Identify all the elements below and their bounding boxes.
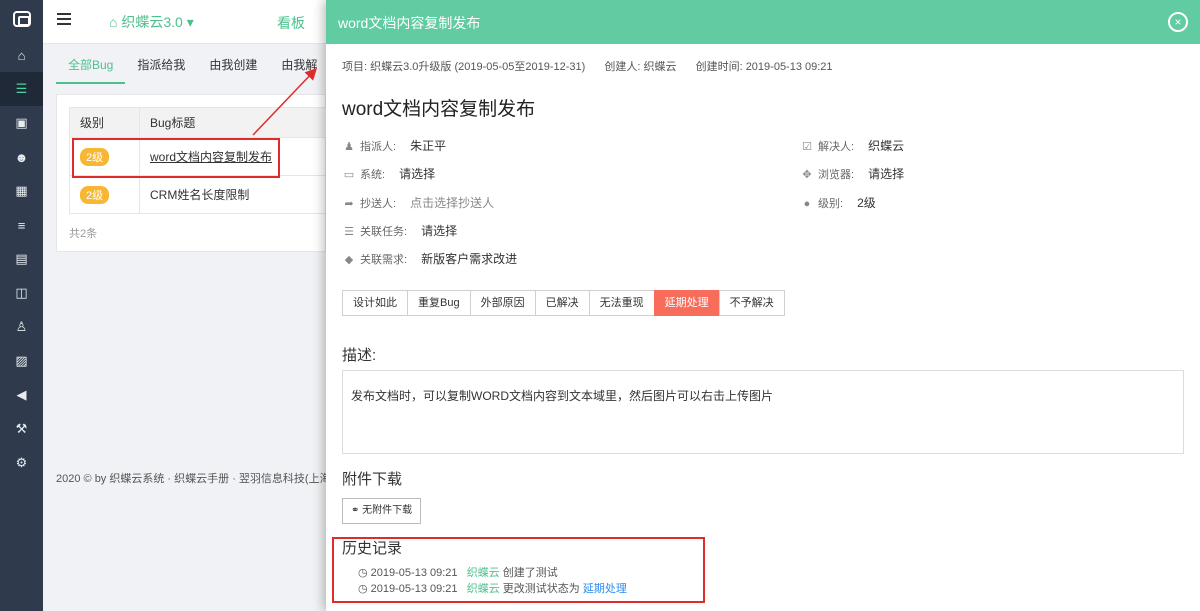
left-sidebar: ⌂ ☰ ▣ ☻ ▦ ≡ ▤ ◫ ♙ ▨ ◀ ⚒ ⚙ [0,0,43,611]
column-title[interactable]: Bug标题 [139,107,327,138]
panel-header: word文档内容复制发布 × [326,0,1200,44]
field-row: ▭ 系统: 请选择 [342,165,435,182]
book-icon[interactable]: ▤ [0,242,43,276]
status-button[interactable]: 延期处理 [653,290,720,316]
move-icon: ✥ [802,169,812,181]
tab-resolved-by-me[interactable]: 由我解 [269,48,329,84]
bug-meta: 项目: 织蝶云3.0升级版 (2019-05-05至2019-12-31) 创建… [342,58,849,74]
field-label: 关联需求: [360,254,408,266]
field-label: 关联任务: [360,226,408,238]
app-logo[interactable] [0,0,43,38]
field-label: 浏览器: [818,169,855,181]
close-icon[interactable]: × [1168,12,1188,32]
share-icon: ➦ [344,198,354,210]
field-value[interactable]: 请选择 [421,224,457,238]
meta-creator: 创建人: 织蝶云 [604,61,677,73]
field-row: ♟ 指派人: 朱正平 [342,137,446,154]
field-row: ✥ 浏览器: 请选择 [800,165,904,182]
monitor-icon: ▭ [343,169,355,181]
cogs-icon[interactable]: ⚙ [0,446,43,480]
tags-icon: ◆ [344,254,354,266]
no-attachment-button[interactable]: ⚭ 无附件下载 [342,498,422,524]
check-square-icon: ☑ [802,141,812,153]
column-level[interactable]: 级别 [69,107,140,138]
tasks-icon: ☰ [344,226,354,238]
briefcase-icon[interactable]: ▣ [0,106,43,140]
calendar-icon[interactable]: ▦ [0,174,43,208]
level-badge: 2级 [80,185,110,204]
project-name: 织蝶云3.0 [121,14,183,30]
bug-title-link[interactable]: CRM姓名长度限制 [150,188,249,202]
field-value[interactable]: 朱正平 [410,139,446,153]
field-label: 级别: [818,198,844,210]
field-label: 系统: [360,169,386,181]
field-label: 指派人: [360,141,397,153]
nav-kanban[interactable]: 看板 [277,13,305,33]
menu-toggle-icon[interactable] [57,13,71,27]
status-button[interactable]: 不予解决 [718,290,785,316]
field-value[interactable]: 新版客户需求改进 [421,252,517,266]
status-button[interactable]: 无法重现 [588,290,655,316]
home-icon[interactable]: ⌂ [0,38,43,72]
panel-title: word文档内容复制发布 [338,15,481,31]
users-icon[interactable]: ☻ [0,140,43,174]
bug-tabs: 全部Bug 指派给我 由我创建 由我解 [56,48,329,84]
field-value[interactable]: 织蝶云 [868,139,904,153]
page-footer: 2020 © by 织蝶云系统 · 织蝶云手册 · 翌羽信息科技(上海)有 [56,473,326,485]
field-label: 解决人: [818,141,855,153]
server-icon[interactable]: ≡ [0,208,43,242]
bug-title: word文档内容复制发布 [342,99,536,120]
columns-icon[interactable]: ◫ [0,276,43,310]
hammer-icon[interactable]: ⚒ [0,412,43,446]
field-value[interactable]: 2级 [857,196,876,210]
field-row: ➦ 抄送人: 点击选择抄送人 [342,194,494,211]
attachment-heading: 附件下载 [342,471,403,488]
meta-project: 项目: 织蝶云3.0升级版 (2019-05-05至2019-12-31) [342,61,586,73]
table-row[interactable]: 2级 CRM姓名长度限制 [69,175,327,214]
user-icon: ♟ [344,141,354,153]
field-row: ◆ 关联需求: 新版客户需求改进 [342,250,517,267]
info-icon: ● [803,198,811,210]
status-button[interactable]: 外部原因 [469,290,536,316]
description-heading: 描述: [342,347,377,364]
total-count: 共2条 [69,228,98,240]
field-value[interactable]: 请选择 [868,167,904,181]
status-button[interactable]: 设计如此 [342,290,408,316]
status-button[interactable]: 重复Bug [407,290,471,316]
field-label: 抄送人: [360,198,397,210]
no-attachment-label: 无附件下载 [362,505,413,516]
field-row: ☑ 解决人: 织蝶云 [800,137,904,154]
status-button-group: 设计如此 重复Bug 外部原因 已解决 无法重现 延期处理 不予解决 [342,290,785,316]
status-button[interactable]: 已解决 [534,290,590,316]
field-value[interactable]: 请选择 [399,167,435,181]
field-row: ● 级别: 2级 [800,194,876,211]
meta-created-time: 创建时间: 2019-05-13 09:21 [695,61,833,73]
bug-detail-panel: word文档内容复制发布 × 项目: 织蝶云3.0升级版 (2019-05-05… [326,0,1200,611]
tab-assigned-to-me[interactable]: 指派给我 [125,48,197,84]
annotation-box-list [72,138,280,178]
project-switcher[interactable]: ⌂ 织蝶云3.0 ▾ [109,12,194,32]
tab-all-bugs[interactable]: 全部Bug [56,48,126,84]
list-icon[interactable]: ☰ [0,72,43,106]
link-icon: ⚭ [351,505,360,516]
field-value[interactable]: 点击选择抄送人 [410,196,494,210]
tab-created-by-me[interactable]: 由我创建 [197,48,269,84]
field-row: ☰ 关联任务: 请选择 [342,222,457,239]
bullhorn-icon[interactable]: ◀ [0,378,43,412]
annotation-box-history [332,537,705,603]
person-icon[interactable]: ♙ [0,310,43,344]
description-box[interactable]: 发布文档时，可以复制WORD文档内容到文本域里，然后图片可以右击上传图片 [342,370,1184,454]
table-header: 级别 Bug标题 [69,107,327,138]
image-icon[interactable]: ▨ [0,344,43,378]
